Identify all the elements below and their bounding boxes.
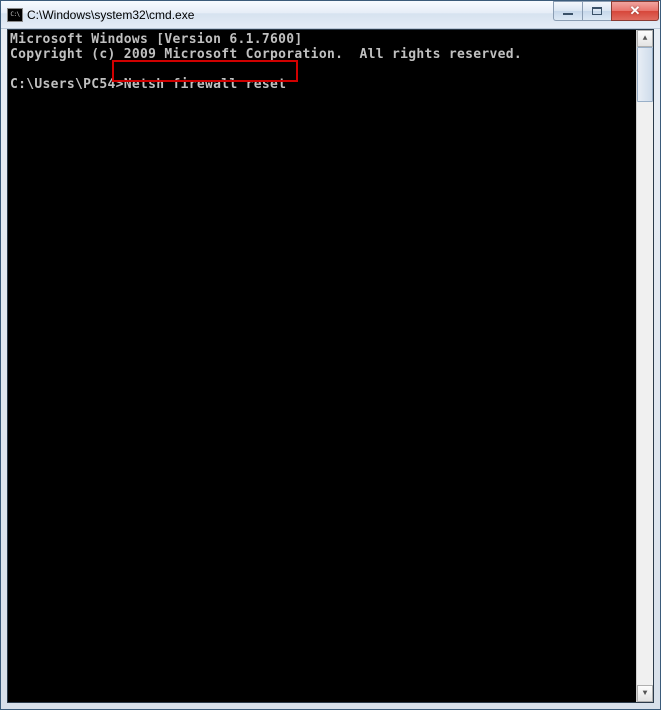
- title-bar[interactable]: C:\ C:\Windows\system32\cmd.exe ✕: [1, 1, 660, 29]
- scroll-up-button[interactable]: ▲: [637, 30, 653, 47]
- console-output[interactable]: Microsoft Windows [Version 6.1.7600] Cop…: [8, 30, 636, 702]
- scroll-thumb[interactable]: [637, 47, 653, 102]
- scroll-track[interactable]: [637, 47, 653, 685]
- vertical-scrollbar[interactable]: ▲ ▼: [636, 30, 653, 702]
- window-title: C:\Windows\system32\cmd.exe: [27, 8, 553, 22]
- cmd-window: C:\ C:\Windows\system32\cmd.exe ✕ Micros…: [0, 0, 661, 710]
- copyright-line: Copyright (c) 2009 Microsoft Corporation…: [10, 47, 522, 62]
- maximize-button[interactable]: [582, 1, 611, 21]
- close-icon: ✕: [630, 3, 641, 19]
- client-area: Microsoft Windows [Version 6.1.7600] Cop…: [7, 29, 654, 703]
- version-line: Microsoft Windows [Version 6.1.7600]: [10, 32, 303, 47]
- maximize-icon: [592, 7, 602, 15]
- scroll-down-button[interactable]: ▼: [637, 685, 653, 702]
- minimize-icon: [563, 13, 573, 15]
- minimize-button[interactable]: [553, 1, 582, 21]
- prompt: C:\Users\PC54>: [10, 77, 124, 92]
- command-input[interactable]: Netsh firewall reset: [124, 77, 287, 92]
- chevron-down-icon: ▼: [643, 689, 648, 698]
- window-controls: ✕: [553, 1, 659, 21]
- cmd-icon: C:\: [7, 8, 23, 22]
- chevron-up-icon: ▲: [643, 34, 648, 43]
- close-button[interactable]: ✕: [611, 1, 659, 21]
